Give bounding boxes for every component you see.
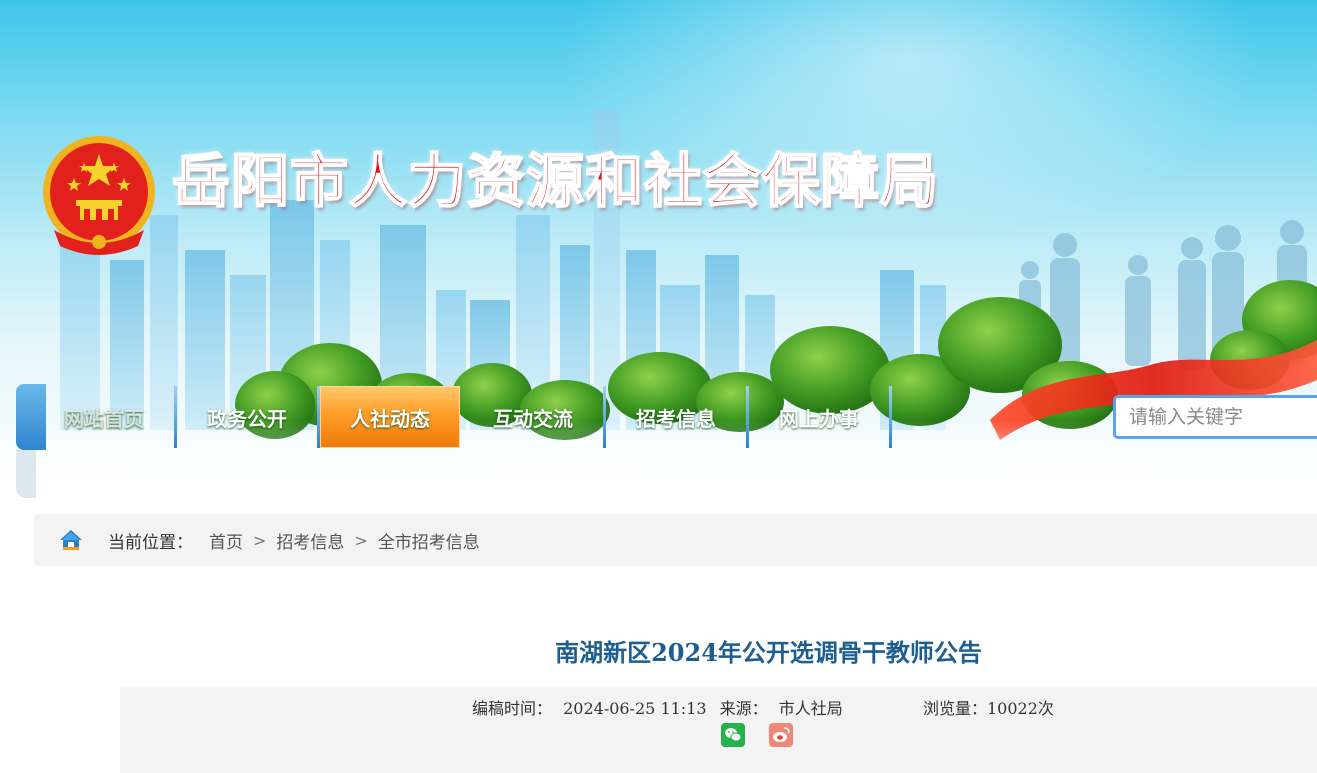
date-label: 编稿时间： [472, 699, 553, 718]
nav-item-interaction[interactable]: 互动交流 [463, 386, 603, 448]
main-nav: 网站首页 政务公开 人社动态 互动交流 招考信息 网上办事 [34, 386, 892, 448]
breadcrumb: 当前位置： 首页 > 招考信息 > 全市招考信息 [34, 514, 1317, 566]
nav-divider [889, 386, 892, 448]
breadcrumb-separator: > [253, 530, 267, 550]
breadcrumb-home-link[interactable]: 首页 [209, 528, 243, 553]
search-input[interactable] [1116, 398, 1317, 436]
nav-item-news[interactable]: 人社动态 [320, 386, 460, 448]
article-meta-line: 编稿时间： 2024-06-25 11:13 来源： 市人社局 浏览量：1002… [472, 695, 1054, 719]
views-count: 10022次 [986, 699, 1054, 718]
source-value: 市人社局 [778, 699, 843, 718]
views-label: 浏览量： [922, 699, 987, 718]
nav-item-online-services[interactable]: 网上办事 [749, 386, 889, 448]
nav-item-home[interactable]: 网站首页 [34, 386, 174, 448]
wechat-icon[interactable] [721, 723, 745, 747]
site-title: 岳阳市人力资源和社会保障局 [171, 147, 940, 215]
nav-item-government-affairs[interactable]: 政务公开 [177, 386, 317, 448]
side-tab-bottom [16, 450, 36, 498]
breadcrumb-label: 当前位置： [108, 532, 193, 553]
source-label: 来源： [719, 699, 768, 718]
national-emblem [43, 136, 155, 255]
nav-item-recruitment[interactable]: 招考信息 [606, 386, 746, 448]
article-meta: 编稿时间： 2024-06-25 11:13 来源： 市人社局 浏览量：1002… [120, 687, 1317, 773]
publish-date: 2024-06-25 11:13 [563, 699, 707, 718]
search-box [1113, 395, 1317, 439]
breadcrumb-recruitment-link[interactable]: 招考信息 [276, 528, 344, 553]
weibo-icon[interactable] [769, 723, 793, 747]
article-title: 南湖新区2024年公开选调骨干教师公告 [555, 638, 982, 667]
breadcrumb-separator: > [354, 530, 368, 550]
breadcrumb-city-recruitment-link[interactable]: 全市招考信息 [378, 528, 480, 553]
home-icon[interactable] [58, 527, 84, 553]
